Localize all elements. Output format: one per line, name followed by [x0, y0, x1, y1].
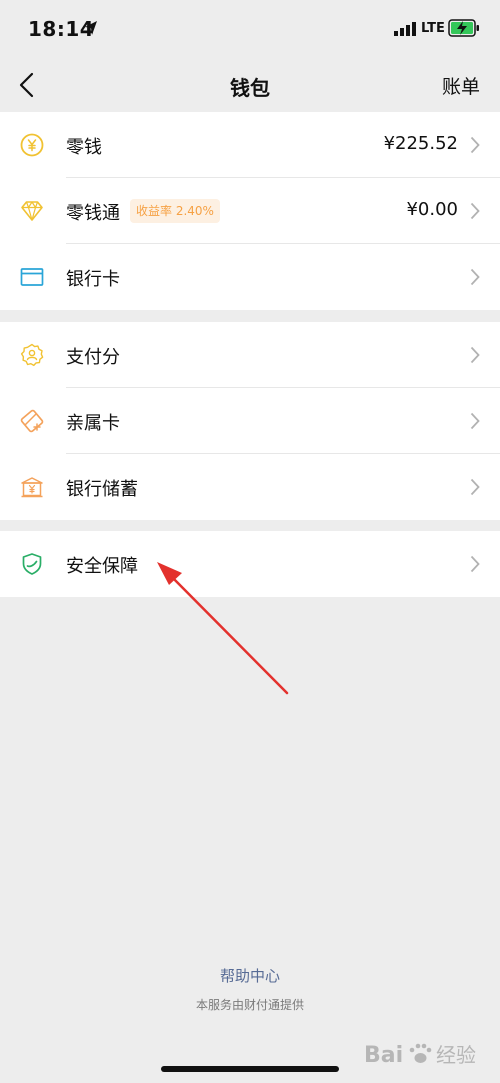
bank-savings-icon [21, 477, 43, 498]
bank-card-icon [20, 268, 44, 286]
provider-note: 本服务由财付通提供 [195, 998, 304, 1012]
chevron-right-icon [470, 136, 480, 154]
bank-savings-row[interactable]: 银行储蓄 [0, 454, 500, 520]
diamond-icon [21, 201, 43, 221]
nav-bar: 钱包 账单 [0, 60, 500, 112]
bank-card-label: 银行卡 [66, 269, 120, 290]
change-plus-row[interactable]: 零钱通 收益率 2.40% ¥0.00 [0, 178, 500, 244]
chevron-right-icon [470, 268, 480, 286]
location-arrow-icon [85, 21, 97, 35]
change-label: 零钱 [66, 137, 102, 158]
signal-bars-icon [394, 22, 416, 36]
bank-card-row[interactable]: 银行卡 [0, 244, 500, 310]
home-indicator [161, 1066, 339, 1072]
security-row[interactable]: 安全保障 [0, 531, 500, 597]
bank-savings-label: 银行储蓄 [66, 479, 138, 500]
network-type: LTE [421, 21, 445, 36]
security-label: 安全保障 [66, 556, 138, 577]
services-group: 支付分 亲属卡 银行储蓄 [0, 322, 500, 520]
yen-coin-icon [20, 133, 44, 157]
family-card-icon [20, 409, 44, 433]
payment-score-icon [20, 343, 44, 367]
page-title: 钱包 [230, 76, 270, 100]
change-plus-value: ¥0.00 [406, 199, 458, 220]
baidu-jingyan-watermark: Bai 经验 [364, 1043, 476, 1068]
chevron-right-icon [470, 412, 480, 430]
payment-score-row[interactable]: 支付分 [0, 322, 500, 388]
change-value: ¥225.52 [383, 133, 458, 154]
svg-text:Bai: Bai [364, 1043, 403, 1068]
status-bar: 18:14 LTE [0, 0, 500, 60]
family-card-label: 亲属卡 [66, 413, 120, 434]
shield-icon [22, 553, 42, 575]
chevron-right-icon [470, 555, 480, 573]
change-plus-label: 零钱通 [66, 203, 120, 224]
chevron-right-icon [470, 202, 480, 220]
wallet-balance-group: 零钱 ¥225.52 零钱通 收益率 2.40% ¥0.00 银行卡 [0, 112, 500, 310]
battery-charging-icon [448, 19, 479, 37]
family-card-row[interactable]: 亲属卡 [0, 388, 500, 454]
payment-score-label: 支付分 [66, 347, 120, 368]
chevron-right-icon [470, 478, 480, 496]
help-center-link[interactable]: 帮助中心 [0, 965, 500, 986]
bill-button[interactable]: 账单 [442, 72, 480, 99]
security-group: 安全保障 [0, 531, 500, 597]
yield-rate-badge: 收益率 2.40% [130, 199, 220, 223]
change-row[interactable]: 零钱 ¥225.52 [0, 112, 500, 178]
svg-text:经验: 经验 [436, 1043, 476, 1067]
chevron-right-icon [470, 346, 480, 364]
